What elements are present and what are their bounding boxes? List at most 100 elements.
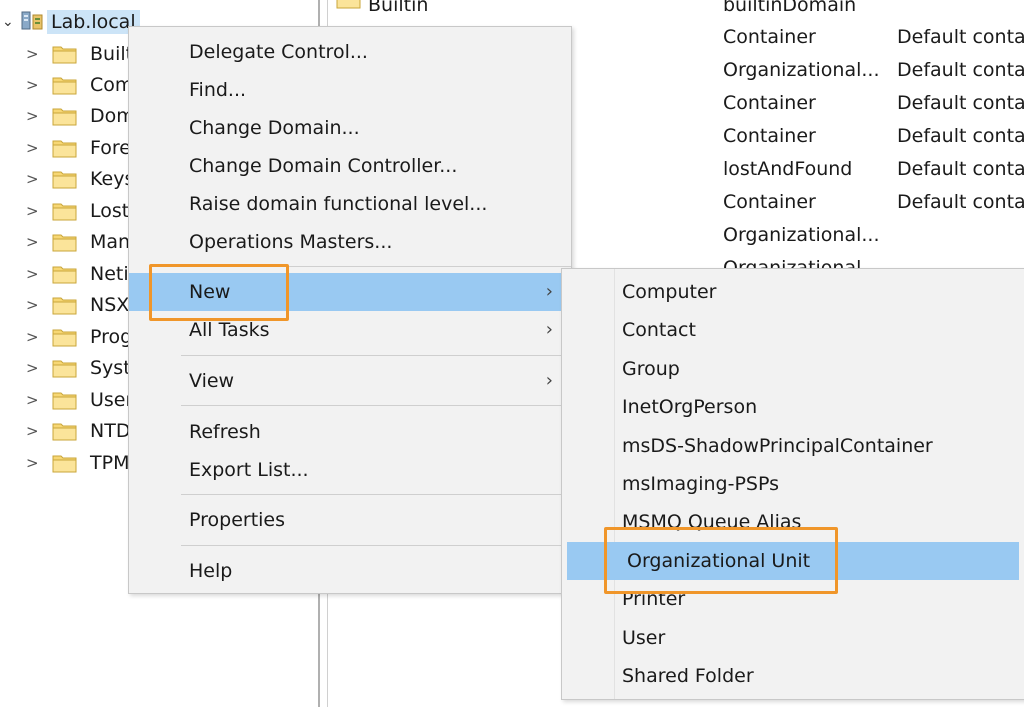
chevron-right-icon[interactable]: >	[26, 328, 39, 346]
folder-icon	[336, 0, 362, 15]
list-cell-name: Builtin	[368, 0, 429, 16]
menu-item-label: Properties	[189, 509, 286, 531]
menu-separator	[181, 494, 571, 495]
menu-item-operations-masters[interactable]: Operations Masters...	[129, 223, 571, 261]
folder-icon	[52, 263, 78, 289]
submenu-item-organizational-unit[interactable]: Organizational Unit	[567, 541, 1019, 580]
folder-icon	[52, 294, 78, 320]
submenu-item-user[interactable]: User	[562, 619, 1024, 657]
folder-icon	[52, 137, 78, 163]
chevron-right-icon[interactable]: >	[26, 76, 39, 94]
submenu-item-group[interactable]: Group	[562, 350, 1024, 388]
menu-item-label: Export List...	[189, 459, 309, 481]
domain-icon	[20, 9, 44, 35]
menu-item-label: Change Domain...	[189, 117, 360, 139]
tree-root-label[interactable]: Lab.local	[47, 10, 140, 34]
chevron-right-icon[interactable]: >	[26, 233, 39, 251]
submenu-item-shared-folder[interactable]: Shared Folder	[562, 657, 1024, 695]
chevron-right-icon[interactable]: >	[26, 454, 39, 472]
tree-item-label: Man	[90, 231, 131, 253]
submenu-item-inetorgperson[interactable]: InetOrgPerson	[562, 388, 1024, 426]
submenu-item-label: msImaging-PSPs	[622, 473, 780, 495]
chevron-right-icon[interactable]: >	[26, 296, 39, 314]
menu-item-change-domain-controller[interactable]: Change Domain Controller...	[129, 147, 571, 185]
list-cell-description: Default contai	[897, 26, 1024, 48]
submenu-item-label: Group	[622, 357, 680, 380]
menu-item-label: Operations Masters...	[189, 231, 393, 253]
chevron-right-icon[interactable]: >	[26, 107, 39, 125]
menu-item-help[interactable]: Help	[129, 552, 571, 590]
folder-icon	[52, 105, 78, 131]
menu-item-export-list[interactable]: Export List...	[129, 451, 571, 489]
tree-item-label: TPM	[90, 452, 130, 474]
tree-item-label: Fore	[90, 137, 131, 159]
menu-item-view[interactable]: View ›	[129, 362, 571, 400]
menu-separator	[181, 266, 571, 267]
list-cell-description: Default contai	[897, 158, 1024, 180]
chevron-right-icon: ›	[545, 370, 553, 391]
menu-item-delegate-control[interactable]: Delegate Control...	[129, 33, 571, 71]
list-cell-type: Organizational...	[723, 59, 880, 81]
list-cell-description: Default contai	[897, 92, 1024, 114]
chevron-down-icon[interactable]: ⌄	[2, 14, 16, 30]
tree-item-label: NTD	[90, 420, 131, 442]
chevron-right-icon[interactable]: >	[26, 45, 39, 63]
tree-item-label: User	[90, 389, 134, 411]
menu-item-raise-functional-level[interactable]: Raise domain functional level...	[129, 185, 571, 223]
list-cell-type: Container	[723, 26, 816, 48]
menu-item-label: View	[189, 370, 235, 392]
menu-item-properties[interactable]: Properties	[129, 501, 571, 539]
menu-item-label: Find...	[189, 79, 247, 101]
folder-icon	[52, 420, 78, 446]
menu-item-find[interactable]: Find...	[129, 71, 571, 109]
list-cell-description: Default contai	[897, 191, 1024, 213]
list-cell-description: Default contai	[897, 125, 1024, 147]
tree-item-label: Syst	[90, 357, 131, 379]
submenu-item-contact[interactable]: Contact	[562, 311, 1024, 349]
tree-item-label: Com	[90, 74, 134, 96]
list-cell-type: Container	[723, 125, 816, 147]
list-cell-description: Default contai	[897, 59, 1024, 81]
submenu-item-computer[interactable]: Computer	[562, 273, 1024, 311]
menu-item-all-tasks[interactable]: All Tasks ›	[129, 311, 571, 349]
chevron-right-icon[interactable]: >	[26, 202, 39, 220]
list-row[interactable]: Builtin builtinDomain	[328, 0, 1024, 27]
chevron-right-icon: ›	[545, 319, 553, 340]
submenu-item-msmq-queue-alias[interactable]: MSMQ Queue Alias	[562, 503, 1024, 541]
list-cell-type: Organizational...	[723, 224, 880, 246]
menu-item-label: Delegate Control...	[189, 41, 368, 63]
menu-separator	[181, 545, 571, 546]
menu-item-label: Change Domain Controller...	[189, 155, 458, 177]
chevron-right-icon: ›	[545, 281, 553, 302]
chevron-right-icon[interactable]: >	[26, 422, 39, 440]
submenu-item-msds-shadowprincipalcontainer[interactable]: msDS-ShadowPrincipalContainer	[562, 427, 1024, 465]
list-cell-type: lostAndFound	[723, 158, 853, 180]
submenu-item-label: InetOrgPerson	[622, 396, 758, 419]
menu-item-label: Help	[189, 560, 233, 582]
tree-item-label: Prog	[90, 326, 133, 348]
chevron-right-icon[interactable]: >	[26, 170, 39, 188]
menu-item-refresh[interactable]: Refresh	[129, 413, 571, 451]
chevron-right-icon[interactable]: >	[26, 391, 39, 409]
context-menu: Delegate Control... Find... Change Domai…	[128, 26, 572, 594]
tree-item-label: Neti	[90, 263, 129, 285]
chevron-right-icon[interactable]: >	[26, 265, 39, 283]
folder-icon	[52, 326, 78, 352]
submenu-item-label: Printer	[622, 588, 686, 611]
folder-icon	[52, 452, 78, 478]
tree-root-node[interactable]: ⌄ Lab.local	[0, 8, 140, 36]
menu-separator	[181, 355, 571, 356]
chevron-right-icon[interactable]: >	[26, 139, 39, 157]
folder-icon	[52, 74, 78, 100]
list-cell-type: Container	[723, 92, 816, 114]
menu-item-change-domain[interactable]: Change Domain...	[129, 109, 571, 147]
list-cell-type: builtinDomain	[723, 0, 857, 16]
menu-separator	[181, 405, 571, 406]
chevron-right-icon[interactable]: >	[26, 359, 39, 377]
menu-item-label: Refresh	[189, 421, 261, 443]
submenu-item-printer[interactable]: Printer	[562, 580, 1024, 618]
submenu-item-msimaging-psps[interactable]: msImaging-PSPs	[562, 465, 1024, 503]
submenu-item-label: Computer	[622, 281, 717, 303]
submenu-item-label: User	[622, 626, 666, 649]
menu-item-new[interactable]: New ›	[129, 273, 571, 311]
